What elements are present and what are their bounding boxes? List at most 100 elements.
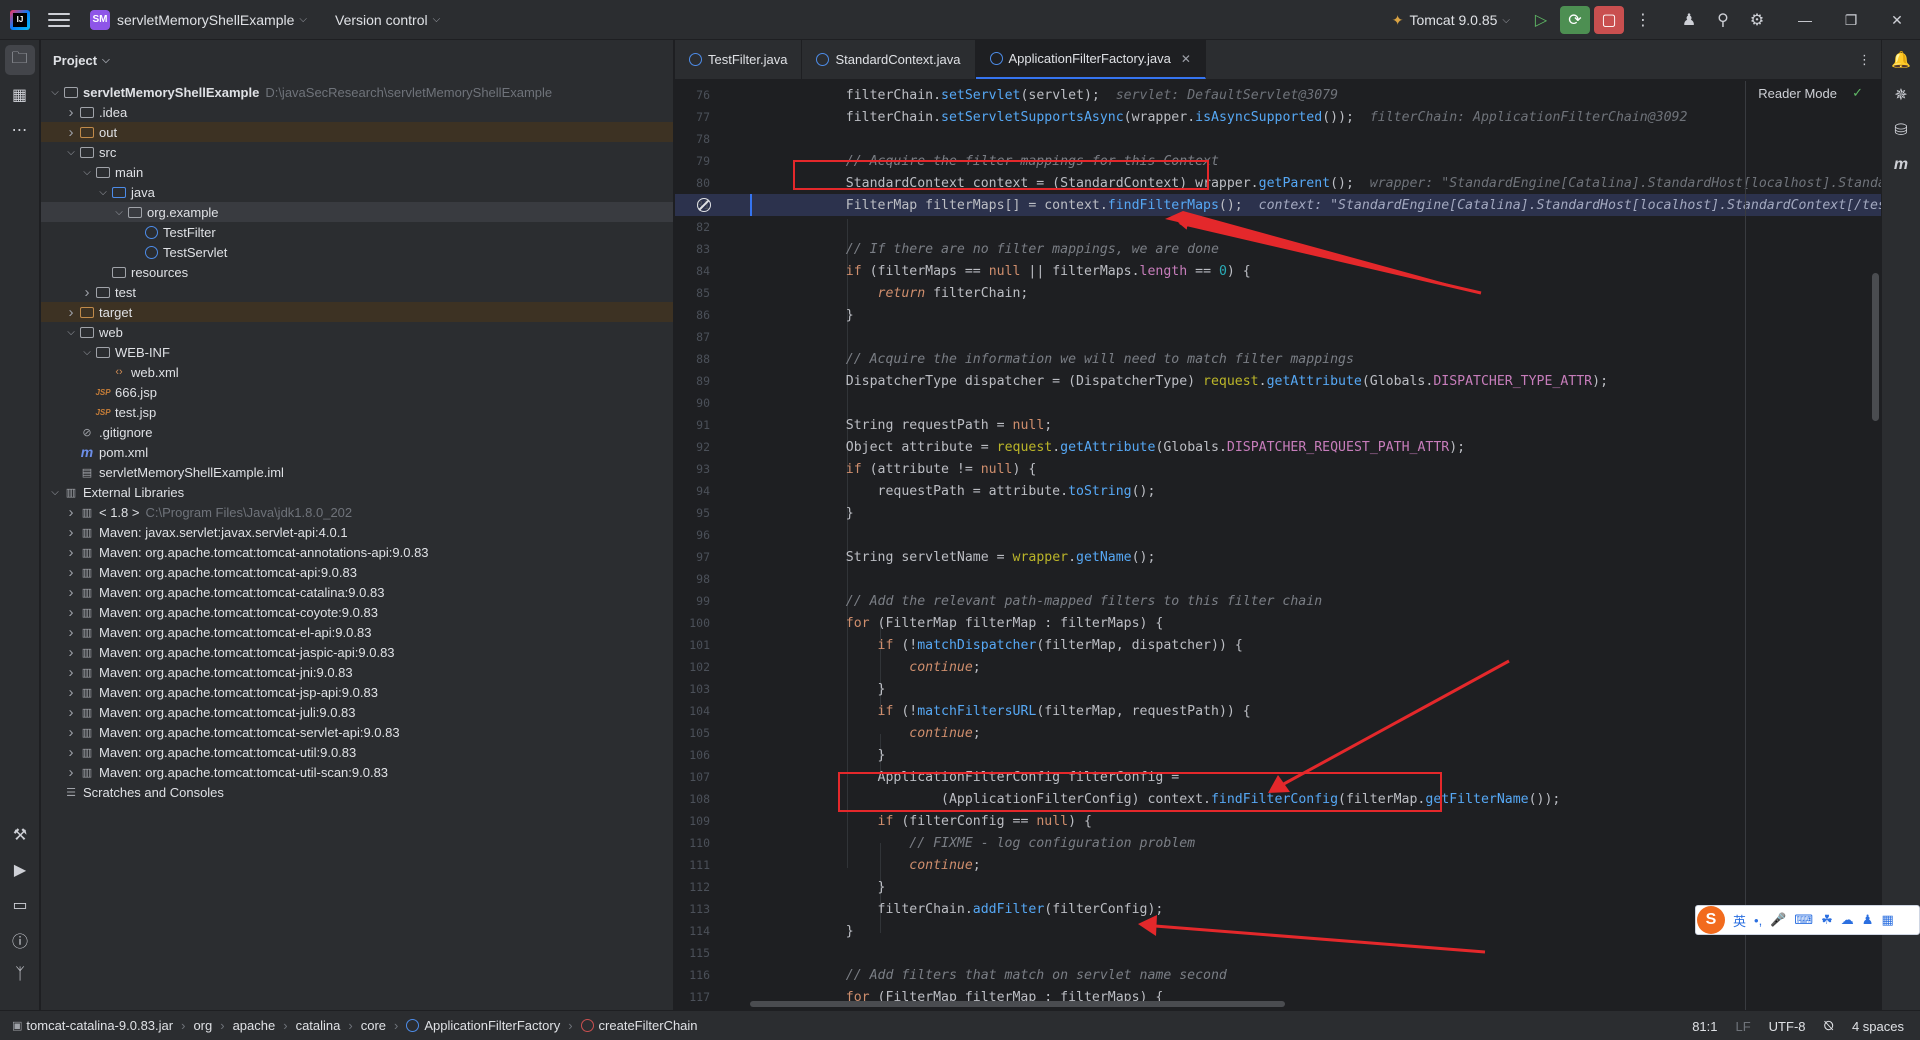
run-config-dropdown[interactable]: Tomcat 9.0.85 [1409,12,1497,28]
line-number[interactable]: 104 [675,704,710,718]
skin-icon[interactable]: ☘ [1821,912,1833,928]
chevron-down-icon[interactable]: ⌵ [63,327,79,338]
tree-row[interactable]: › ▥ Maven: org.apache.tomcat:tomcat-catali… [41,582,673,602]
chevron-right-icon[interactable]: › [63,604,79,621]
code-line[interactable]: 97 String servletName = wrapper.getName(… [675,546,1881,568]
muted-breakpoint-icon[interactable] [697,198,711,212]
code-line[interactable]: 91 String requestPath = null; [675,414,1881,436]
breadcrumb-item[interactable]: org [193,1018,212,1033]
code-line[interactable]: 104 if (!matchFiltersURL(filterMap, requ… [675,700,1881,722]
tree-row[interactable]: ›▤servletMemoryShellExample.iml [41,462,673,482]
gear-icon[interactable]: ⚙ [1742,6,1772,34]
tree-row[interactable]: › .idea [41,102,673,122]
line-number[interactable]: 106 [675,748,710,762]
chevron-right-icon[interactable]: › [63,564,79,581]
line-number[interactable]: 93 [675,462,710,476]
close-icon[interactable]: ✕ [1874,0,1920,40]
chevron-right-icon[interactable]: › [63,104,79,121]
line-number[interactable]: 105 [675,726,710,740]
line-number[interactable]: 109 [675,814,710,828]
code-line[interactable]: 78 [675,128,1881,150]
services-icon[interactable]: ▶ [5,855,35,885]
more-actions-icon[interactable]: ⋮ [1628,6,1658,34]
tree-row[interactable]: › test [41,282,673,302]
horizontal-scrollbar[interactable] [750,1001,1285,1007]
problems-icon[interactable]: ⓘ [5,925,35,955]
line-number[interactable]: 99 [675,594,710,608]
indent-setting[interactable]: 4 spaces [1852,1019,1904,1034]
line-number[interactable]: 95 [675,506,710,520]
notifications-bell-icon[interactable]: 🔔 [1886,45,1916,75]
code-line[interactable]: 82 [675,216,1881,238]
line-number[interactable]: 76 [675,88,710,102]
tree-row[interactable]: ›resources [41,262,673,282]
tree-row[interactable]: ⌵ src [41,142,673,162]
line-number[interactable]: 83 [675,242,710,256]
line-number[interactable]: 110 [675,836,710,850]
tree-row[interactable]: ›‹›web.xml [41,362,673,382]
chevron-right-icon[interactable]: › [63,684,79,701]
microphone-icon[interactable]: 🎤 [1770,912,1786,928]
project-folder-icon[interactable]: 🗀 [4,45,35,75]
chevron-right-icon[interactable]: › [63,724,79,741]
ai-assistant-icon[interactable]: ✵ [1886,80,1916,110]
tree-row[interactable]: ›TestFilter [41,222,673,242]
maven-icon[interactable]: m [1886,150,1916,180]
structure-icon[interactable]: ▦ [5,80,35,110]
code-line[interactable]: 84 if (filterMaps == null || filterMaps.… [675,260,1881,282]
line-number[interactable]: 107 [675,770,710,784]
punctuation-icon[interactable]: •, [1754,913,1762,928]
line-number[interactable]: 117 [675,990,710,1004]
code-line[interactable]: 103 } [675,678,1881,700]
chevron-right-icon[interactable]: › [63,544,79,561]
breadcrumb-item[interactable]: apache [233,1018,276,1033]
chevron-right-icon[interactable]: › [63,584,79,601]
line-number[interactable]: 86 [675,308,710,322]
tab-standardcontext-java[interactable]: StandardContext.java [802,40,976,79]
chevron-down-icon[interactable]: ⌵ [79,167,95,178]
code-line[interactable]: 92 Object attribute = request.getAttribu… [675,436,1881,458]
breadcrumb-item[interactable]: catalina [296,1018,341,1033]
line-number[interactable]: 96 [675,528,710,542]
code-line[interactable]: 116 // Add filters that match on servlet… [675,964,1881,986]
database-icon[interactable]: ⛁ [1886,115,1916,145]
code-line[interactable]: 115 [675,942,1881,964]
chevron-right-icon[interactable]: › [63,764,79,781]
tree-row[interactable]: › ▥ Maven: org.apache.tomcat:tomcat-coyote… [41,602,673,622]
chevron-down-icon[interactable]: ⌵ [111,207,127,218]
ime-language-toggle[interactable]: 英 [1733,911,1746,930]
caret-position[interactable]: 81:1 [1692,1019,1717,1034]
code-editor[interactable]: Reader Mode ✓ 76 filterChain.setServlet(… [675,81,1881,1010]
more-tools-icon[interactable]: ⋯ [5,115,35,145]
tree-row[interactable]: › ▥ Maven: org.apache.tomcat:tomcat-api:9.… [41,562,673,582]
line-number[interactable]: 113 [675,902,710,916]
line-number[interactable]: 80 [675,176,710,190]
sogou-logo-icon[interactable]: S [1697,906,1725,934]
tree-row[interactable]: ›⊘.gitignore [41,422,673,442]
tree-row[interactable]: ⌵ java [41,182,673,202]
readonly-lock-icon[interactable]: ⦰ [1824,1018,1834,1034]
chevron-right-icon[interactable]: › [79,284,95,301]
terminal-icon[interactable]: ▭ [5,890,35,920]
line-number[interactable]: 90 [675,396,710,410]
tab-applicationfilterfactory-java[interactable]: ApplicationFilterFactory.java ✕ [975,40,1206,79]
chevron-down-icon[interactable]: ⌵ [47,87,63,98]
project-panel-title[interactable]: Project [53,53,97,68]
line-number[interactable]: 77 [675,110,710,124]
code-line[interactable]: 93 if (attribute != null) { [675,458,1881,480]
code-line[interactable]: 110 // FIXME - log configuration problem [675,832,1881,854]
tree-row[interactable]: › ▥ Maven: org.apache.tomcat:tomcat-annota… [41,542,673,562]
breadcrumb-item[interactable]: core [361,1018,386,1033]
line-number[interactable]: 116 [675,968,710,982]
code-line[interactable]: 105 continue; [675,722,1881,744]
chevron-right-icon[interactable]: › [63,704,79,721]
build-hammer-icon[interactable]: ⚒ [5,820,35,850]
cloud-icon[interactable]: ☁ [1841,912,1854,928]
code-line[interactable]: 109 if (filterConfig == null) { [675,810,1881,832]
more-tabs-icon[interactable]: ⋮ [1858,52,1871,68]
breadcrumb-item[interactable]: tomcat-catalina-9.0.83.jar [26,1018,173,1033]
tree-row[interactable]: › out [41,122,673,142]
line-number[interactable]: 101 [675,638,710,652]
line-number[interactable]: 98 [675,572,710,586]
stop-icon[interactable]: ▢ [1594,6,1624,34]
